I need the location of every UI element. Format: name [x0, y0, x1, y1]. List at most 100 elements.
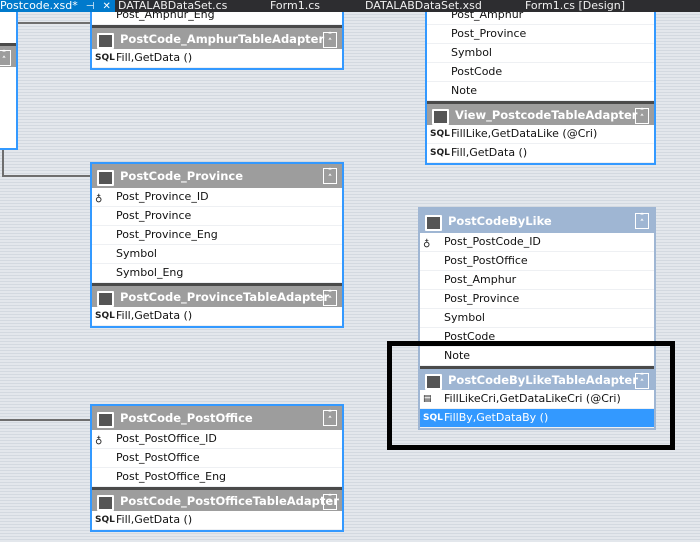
tab-label: DATALABDataSet.cs — [118, 0, 228, 12]
sql-icon: SQL — [430, 129, 450, 139]
datatable-left-table[interactable]: ˄ ˄ — [0, 0, 18, 150]
table-adapter-header[interactable]: PostCode_PostOfficeTableAdapter ˄ ˄ — [92, 487, 342, 511]
relation-line[interactable] — [2, 150, 4, 177]
tab-2[interactable]: Form1.cs — [270, 0, 320, 12]
query-row[interactable]: SQL FillBy,GetDataBy () — [420, 409, 654, 428]
relation-line[interactable] — [0, 419, 90, 421]
datatable-postcode-by-like[interactable]: PostCodeByLike ˄ ˄ ♀ Post_PostCode_ID Post_Po… — [418, 207, 656, 430]
column-row[interactable]: Post_Province — [92, 207, 342, 226]
collapse-button[interactable]: ˄ ˄ — [635, 213, 649, 229]
table-adapter-header-title: View_PostcodeTableAdapter — [455, 107, 638, 122]
column-row[interactable]: Post_PostOffice_Eng — [92, 468, 342, 487]
column-row[interactable]: ♀ Post_PostCode_ID — [420, 233, 654, 252]
query-name: Fill,GetData () — [116, 309, 193, 322]
query-row[interactable]: ▤ FillLikeCri,GetDataLikeCri (@Cri) — [420, 390, 654, 409]
table-header[interactable]: PostCode_PostOffice ˄ ˄ — [92, 406, 342, 430]
tab-1[interactable]: DATALABDataSet.cs — [118, 0, 227, 12]
query-row[interactable]: SQL Fill,GetData () — [427, 144, 654, 163]
table-icon — [424, 214, 442, 231]
table-icon — [96, 169, 114, 186]
collapse-button[interactable]: ˄ ˄ — [323, 410, 337, 426]
table-header-title: PostCode_Province — [120, 169, 244, 183]
query-icon: ▤ — [423, 394, 432, 404]
table-header[interactable]: PostCodeByLike ˄ ˄ — [420, 209, 654, 233]
column-row[interactable]: Post_Province — [427, 25, 654, 44]
datatable-postcode-province[interactable]: PostCode_Province ˄ ˄ ♀ Post_Province_ID Post… — [90, 162, 344, 328]
table-adapter-header[interactable]: PostCode_ProvinceTableAdapter ˄ ˄ — [92, 283, 342, 307]
column-row[interactable]: Symbol — [92, 245, 342, 264]
column-name: Symbol — [444, 311, 485, 324]
column-row[interactable]: Symbol — [420, 309, 654, 328]
collapse-button[interactable]: ˄ ˄ — [0, 50, 11, 66]
column-row[interactable]: Post_Province_Eng — [92, 226, 342, 245]
column-name: PostCode — [444, 330, 496, 343]
column-name: Symbol — [116, 247, 157, 260]
column-row[interactable]: Note — [427, 82, 654, 101]
datatable-view-postcode[interactable]: Post_PostOfficePost_AmphurPost_ProvinceS… — [425, 0, 656, 165]
query-name: Fill,GetData () — [116, 51, 193, 64]
sql-icon: SQL — [95, 311, 115, 321]
column-row[interactable]: PostCode — [420, 328, 654, 347]
column-row[interactable]: ♀ Post_PostOffice_ID — [92, 430, 342, 449]
sql-icon: SQL — [423, 413, 443, 423]
query-name: FillLikeCri,GetDataLikeCri (@Cri) — [444, 392, 621, 405]
collapse-button[interactable]: ˄ ˄ — [635, 373, 649, 389]
table-adapter-header-title: PostCode_AmphurTableAdapter — [120, 31, 325, 46]
query-name: FillBy,GetDataBy () — [444, 411, 549, 424]
primary-key-icon: ♀ — [95, 192, 103, 203]
collapse-button[interactable]: ˄ ˄ — [323, 168, 337, 184]
query-row[interactable]: SQL Fill,GetData () — [92, 307, 342, 326]
collapse-button[interactable]: ˄ ˄ — [635, 108, 649, 124]
primary-key-icon: ♀ — [95, 434, 103, 445]
sql-icon: SQL — [430, 148, 450, 158]
pin-icon[interactable]: ⊣ — [86, 1, 95, 12]
column-row[interactable]: PostCode — [427, 63, 654, 82]
column-row[interactable]: Post_Province — [420, 290, 654, 309]
column-name: Post_PostOffice — [116, 451, 200, 464]
collapse-button[interactable]: ˄ ˄ — [323, 32, 337, 48]
collapse-button[interactable]: ˄ ˄ — [323, 290, 337, 306]
column-name: Post_Province_Eng — [116, 228, 218, 241]
query-row[interactable]: SQL Fill,GetData () — [92, 49, 342, 68]
relation-line[interactable] — [18, 22, 90, 24]
table-adapter-header-title: PostCode_ProvinceTableAdapter — [120, 289, 330, 304]
query-row[interactable]: SQL Fill,GetData () — [92, 511, 342, 530]
collapse-button[interactable]: ˄ ˄ — [323, 494, 337, 510]
query-row[interactable]: SQL FillLike,GetDataLike (@Cri) — [427, 125, 654, 144]
document-tab-bar: Postcode.xsd* ⊣ ✕ DATALABDataSet.cs Form1.cs… — [0, 0, 700, 12]
table-adapter-header[interactable]: View_PostcodeTableAdapter ˄ ˄ — [427, 101, 654, 125]
datatable-postcode-postoffice[interactable]: PostCode_PostOffice ˄ ˄ ♀ Post_PostOffice_ID… — [90, 404, 344, 532]
table-adapter-header[interactable]: PostCode_AmphurTableAdapter ˄ ˄ — [92, 25, 342, 49]
column-row[interactable]: Post_PostOffice — [420, 252, 654, 271]
column-row[interactable]: Symbol — [427, 44, 654, 63]
column-name: Post_Amphur — [444, 273, 517, 286]
tab-4[interactable]: Form1.cs [Design] — [525, 0, 625, 12]
query-name: Fill,GetData () — [451, 146, 528, 159]
table-adapter-icon — [96, 32, 114, 49]
tab-0[interactable]: Postcode.xsd* ⊣ ✕ — [0, 0, 115, 12]
column-name: Note — [444, 349, 471, 362]
table-adapter-icon — [431, 108, 449, 125]
column-row[interactable]: ♀ Post_Province_ID — [92, 188, 342, 207]
sql-icon: SQL — [95, 53, 115, 63]
column-row[interactable]: Post_PostOffice — [92, 449, 342, 468]
column-name: Post_Province — [444, 292, 520, 305]
table-adapter-header[interactable]: ˄ ˄ — [0, 43, 16, 67]
column-row[interactable]: Post_Amphur — [420, 271, 654, 290]
tab-label: DATALABDataSet.xsd — [365, 0, 482, 12]
column-name: Note — [451, 84, 478, 97]
column-name: Post_Province — [451, 27, 527, 40]
table-adapter-header[interactable]: PostCodeByLikeTableAdapter ˄ ˄ — [420, 366, 654, 390]
table-adapter-header-title: PostCodeByLikeTableAdapter — [448, 372, 638, 387]
sql-icon: SQL — [95, 515, 115, 525]
column-name: Symbol_Eng — [116, 266, 184, 279]
tab-3[interactable]: DATALABDataSet.xsd — [365, 0, 482, 12]
close-icon[interactable]: ✕ — [102, 1, 110, 12]
column-row[interactable]: Note — [420, 347, 654, 366]
column-row[interactable]: Symbol_Eng — [92, 264, 342, 283]
relation-line[interactable] — [2, 175, 90, 177]
table-header[interactable]: PostCode_Province ˄ ˄ — [92, 164, 342, 188]
column-name: PostCode — [451, 65, 503, 78]
table-header-title: PostCode_PostOffice — [120, 411, 253, 425]
primary-key-icon: ♀ — [423, 237, 431, 248]
